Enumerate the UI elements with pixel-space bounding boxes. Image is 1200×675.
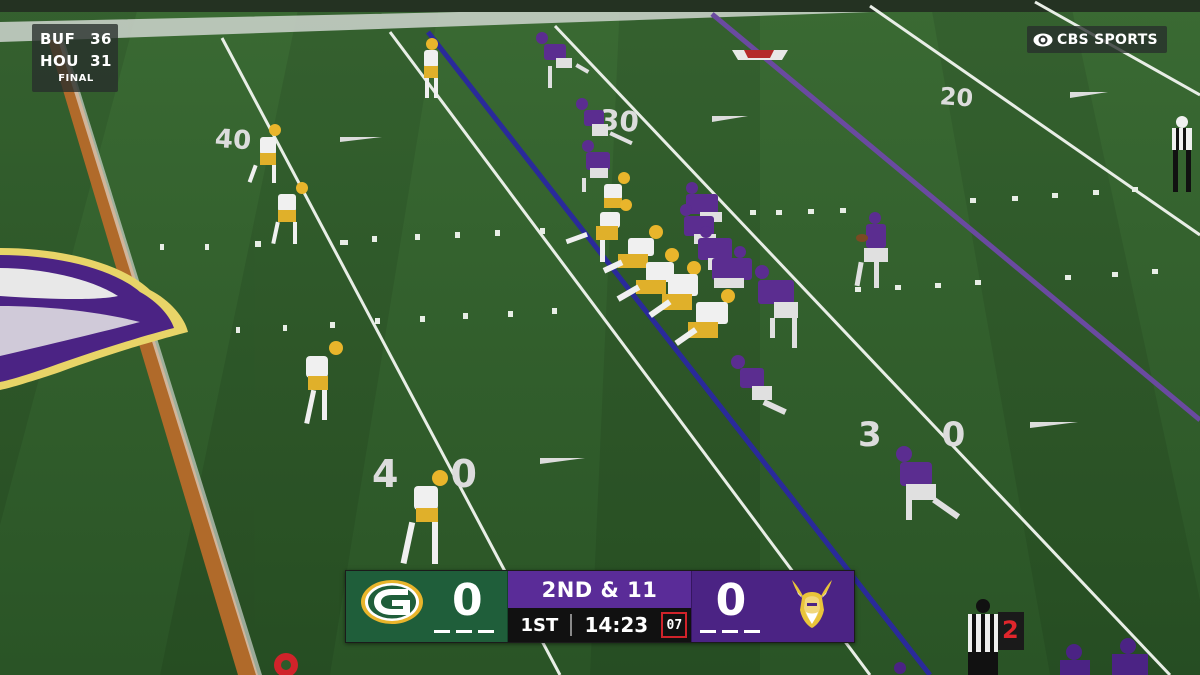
field-number-lower-right: 30 [858, 415, 1025, 455]
ticker-row: BUF 36 [40, 28, 112, 50]
field-number-lower-left: 40 [372, 452, 529, 496]
cbs-eye-icon [1033, 33, 1053, 46]
timeout-indicator [434, 630, 450, 633]
score-ticker: BUF 36 HOU 31 FINAL [32, 24, 118, 92]
scorebug: 0 2ND & 11 1ST 14:23 07 0 [345, 570, 855, 643]
field-number-right: 20 [939, 82, 974, 112]
field-number-left: 40 [214, 124, 252, 156]
quarter: 1ST [520, 614, 559, 636]
clock-row: 1ST 14:23 07 [508, 608, 691, 642]
away-timeouts [434, 630, 494, 633]
timeout-indicator [478, 630, 494, 633]
down-and-distance: 2ND & 11 [508, 571, 691, 608]
away-score: 0 [452, 575, 483, 626]
game-state-panel: 2ND & 11 1ST 14:23 07 [508, 571, 691, 642]
ticker-score: 31 [90, 52, 112, 70]
home-timeouts [699, 630, 760, 633]
down-marker-number: 2 [1002, 616, 1019, 644]
timeout-indicator [699, 630, 716, 633]
network-bug: CBS SPORTS [1027, 26, 1167, 53]
network-name: CBS SPORTS [1057, 31, 1158, 48]
down-marker: 2 [998, 612, 1024, 650]
timeout-indicator [743, 630, 760, 633]
ticker-score: 36 [90, 30, 112, 48]
play-clock: 07 [661, 612, 688, 638]
ticker-status: FINAL [58, 73, 94, 84]
home-team-panel: 0 [690, 571, 854, 642]
game-clock: 14:23 [584, 613, 649, 637]
ticker-row: HOU 31 [40, 50, 112, 72]
ticker-team: HOU [40, 52, 79, 70]
packers-g-logo [361, 580, 423, 624]
home-score: 0 [715, 575, 747, 626]
stands-edge [0, 0, 1200, 12]
timeout-indicator [456, 630, 472, 633]
timeout-indicator [721, 630, 738, 633]
away-team-panel: 0 [346, 571, 509, 642]
ticker-team: BUF [40, 30, 76, 48]
nfl-field-shield [732, 50, 788, 60]
vikings-helmet-logo [791, 580, 832, 628]
